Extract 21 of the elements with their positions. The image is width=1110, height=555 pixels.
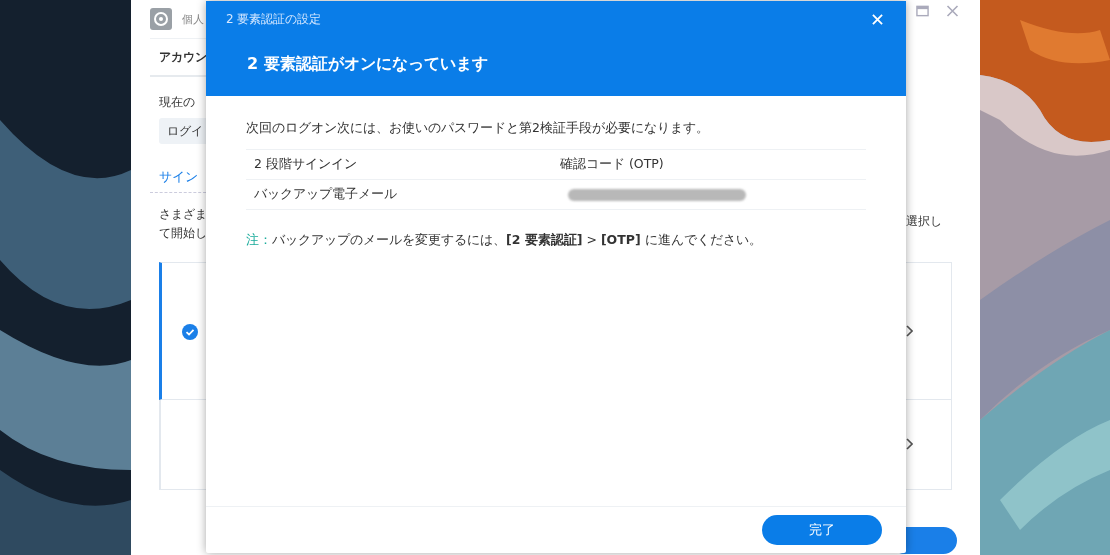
chevron-right-icon (906, 438, 913, 450)
maximize-icon[interactable] (916, 5, 929, 17)
table-cell-text: バックアップ電子メール (254, 186, 398, 203)
done-button[interactable]: 完了 (762, 515, 882, 545)
dialog-title: 2 要素認証の設定 (226, 11, 322, 28)
gear-icon (150, 8, 172, 30)
window-title: 個人 (182, 11, 204, 27)
table-cell-text: 確認コード (OTP) (560, 156, 665, 173)
description-text: 選択し (906, 213, 943, 230)
note-text: バックアップのメールを変更するには、[2 要素認証] > [OTP] に進んでください。 (272, 232, 762, 249)
check-icon (182, 324, 198, 340)
dialog-heading: 2 要素認証がオンになっています (247, 54, 489, 75)
description-text: さまざま (158, 206, 206, 223)
note-label: 注： (246, 232, 272, 249)
chevron-right-icon (906, 325, 913, 337)
close-icon[interactable] (946, 5, 959, 17)
login-button[interactable]: ログイ (159, 118, 206, 144)
description-text: て開始し (158, 225, 206, 242)
table-cell-text: 2 段階サインイン (254, 156, 358, 173)
section-label: 現在の (158, 95, 196, 110)
message-text: 次回のログオン次には、お使いのパスワードと第2検証手段が必要になります。 (246, 120, 710, 137)
